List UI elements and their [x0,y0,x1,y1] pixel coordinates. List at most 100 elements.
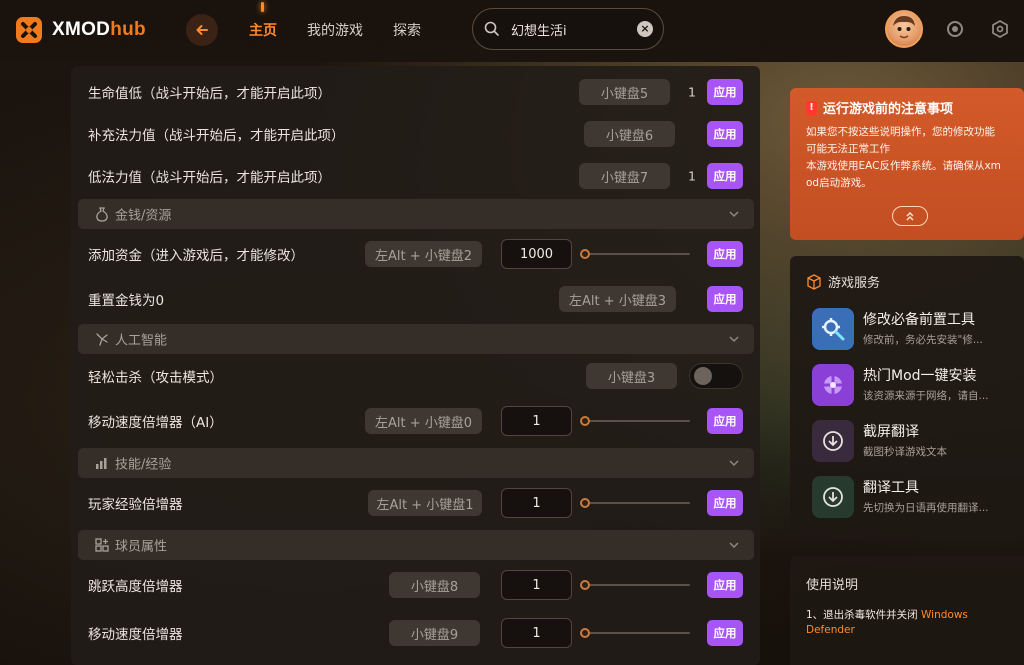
download-circle-icon [812,476,854,518]
option-label: 跳跃高度倍增器 [88,579,183,595]
alert-icon: ! [806,100,817,115]
hotkey-tag: 小键盘7 [579,163,670,189]
value-input[interactable] [501,406,572,436]
apply-button[interactable]: 应用 [707,572,743,598]
bell-icon[interactable] [945,19,965,39]
hotkey-tag: 小键盘5 [579,79,670,105]
option-row-ai-speed: 移动速度倍增器（AI） 左Alt + 小键盘0 应用 [71,401,760,441]
nav-my-games[interactable]: 我的游戏 [307,20,363,40]
option-label: 轻松击杀（攻击模式） [88,370,223,386]
value-slider[interactable] [580,496,690,510]
chevron-double-up-icon [906,211,914,221]
slider-handle[interactable] [580,580,590,590]
service-item-mod-install[interactable]: 热门Mod一键安装 该资源来源于网络，请自... [812,362,1022,406]
tools-gear-icon [812,308,854,350]
hotkey-tag: 左Alt + 小键盘0 [365,408,482,434]
cheat-options-panel: 生命值低（战斗开始后，才能开启此项） 小键盘5 1 应用 补充法力值（战斗开始后… [71,66,760,665]
service-item-screenshot-translate[interactable]: 截屏翻译 截图秒译游戏文本 [812,418,1022,462]
chevron-down-icon [729,460,739,467]
section-header-player-stats[interactable]: 球员属性 [78,530,754,560]
option-value: 1 [688,168,696,184]
section-header-skills[interactable]: 技能/经验 [78,448,754,478]
option-row-low-health: 生命值低（战斗开始后，才能开启此项） 小键盘5 1 应用 [71,72,760,112]
slider-handle[interactable] [580,498,590,508]
xmod-logo-icon [16,17,42,43]
app-logo[interactable]: XMODhub [14,15,146,45]
notice-card: ! 运行游戏前的注意事项 如果您不按这些说明操作，您的修改功能 可能无法正常工作… [790,88,1024,240]
top-bar: XMODhub 主页 我的游戏 探索 × [0,0,1024,62]
apply-button[interactable]: 应用 [707,121,743,147]
apply-button[interactable]: 应用 [707,241,743,267]
download-circle-icon [812,420,854,462]
services-title: 游戏服务 [828,276,881,291]
option-row-refill-mana: 补充法力值（战斗开始后，才能开启此项） 小键盘6 应用 [71,114,760,154]
chevron-down-icon [729,542,739,549]
guide-step-text: 1、退出杀毒软件并关闭 [806,609,918,621]
slider-handle[interactable] [580,416,590,426]
service-name: 截屏翻译 [863,424,919,440]
notice-line: 如果您不按这些说明操作，您的修改功能 [806,126,995,138]
toggle-switch[interactable] [689,363,743,389]
option-row-easy-kill: 轻松击杀（攻击模式） 小键盘3 [71,356,760,396]
section-header-ai[interactable]: 人工智能 [78,324,754,354]
value-slider[interactable] [580,626,690,640]
apply-button[interactable]: 应用 [707,79,743,105]
option-row-low-mana: 低法力值（战斗开始后，才能开启此项） 小键盘7 1 应用 [71,156,760,196]
slider-handle[interactable] [580,249,590,259]
slider-handle[interactable] [580,628,590,638]
usage-guide-card: 使用说明 1、退出杀毒软件并关闭 Windows Defender [790,556,1024,665]
notice-title: 运行游戏前的注意事项 [823,102,954,117]
service-name: 热门Mod一键安装 [863,368,977,384]
option-label: 重置金钱为0 [88,293,165,309]
ai-sparkle-icon [96,333,108,346]
apply-button[interactable]: 应用 [707,286,743,312]
user-avatar-icon [893,16,915,39]
value-input[interactable] [501,239,572,269]
chevron-down-icon [729,211,739,218]
service-item-prereq-tools[interactable]: 修改必备前置工具 修改前，务必先安装"修... [812,306,1022,350]
value-slider[interactable] [580,414,690,428]
mod-package-icon [812,364,854,406]
apply-button[interactable]: 应用 [707,163,743,189]
apply-button[interactable]: 应用 [707,490,743,516]
collapse-notice-button[interactable] [892,206,928,226]
value-input[interactable] [501,570,572,600]
hotkey-tag: 小键盘6 [584,121,675,147]
service-name: 翻译工具 [863,480,919,496]
value-input[interactable] [501,618,572,648]
bar-chart-icon [96,458,107,469]
service-name: 修改必备前置工具 [863,312,975,328]
money-bag-icon [96,207,108,222]
settings-icon[interactable] [990,19,1010,39]
notice-line: od启动游戏。 [806,177,872,189]
section-header-money[interactable]: 金钱/资源 [78,199,754,229]
option-label: 添加资金（进入游戏后，才能修改） [88,248,304,264]
value-slider[interactable] [580,247,690,261]
value-input[interactable] [501,488,572,518]
option-label: 玩家经验倍增器 [88,497,183,513]
game-services-card: 游戏服务 修改必备前置工具 修改前，务必先安装"修... 热门Mod一键安装 该… [790,256,1024,540]
hotkey-tag: 小键盘8 [389,572,480,598]
logo-text-hub: hub [110,19,146,40]
guide-title: 使用说明 [806,578,859,593]
option-row-reset-money: 重置金钱为0 左Alt + 小键盘3 应用 [71,279,760,319]
avatar[interactable] [885,10,923,48]
service-item-translate-tool[interactable]: 翻译工具 先切换为日语再使用翻译... [812,474,1022,518]
search-input[interactable] [511,21,631,37]
nav-explore[interactable]: 探索 [393,20,421,40]
service-desc: 该资源来源于网络，请自... [863,390,989,402]
apply-button[interactable]: 应用 [707,620,743,646]
clear-search-icon[interactable]: × [637,21,653,37]
option-value: 1 [688,84,696,100]
package-icon [807,273,821,290]
notice-body: 如果您不按这些说明操作，您的修改功能 可能无法正常工作 本游戏使用EAC反作弊系… [806,124,1012,192]
apply-button[interactable]: 应用 [707,408,743,434]
value-slider[interactable] [580,578,690,592]
section-label: 金钱/资源 [115,208,172,224]
search-box: × [472,8,664,50]
logo-text-xmod: XMOD [52,19,111,40]
back-button[interactable] [186,14,218,46]
chevron-down-icon [729,336,739,343]
grid-plus-icon [95,538,109,552]
nav-home[interactable]: 主页 [249,2,277,40]
